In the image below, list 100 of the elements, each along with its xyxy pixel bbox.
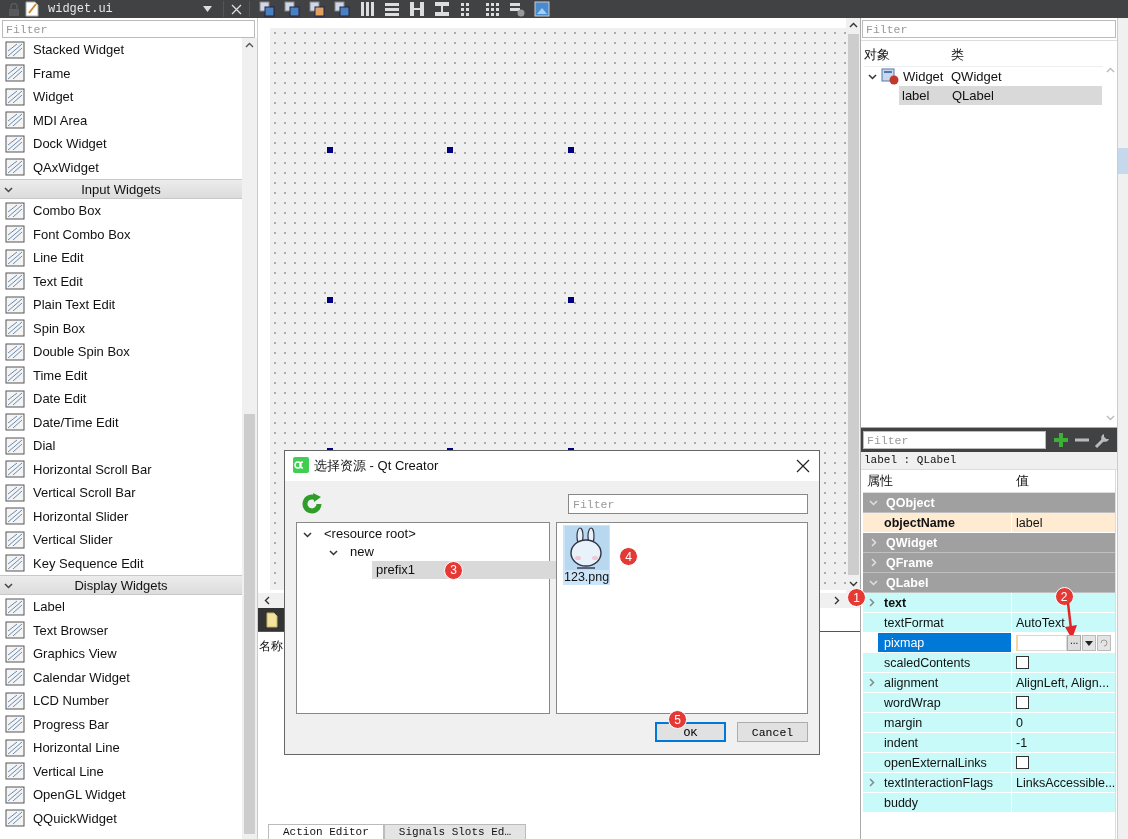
filter-field[interactable]: Filter <box>863 431 1046 449</box>
property-name[interactable]: objectName <box>878 513 1011 532</box>
widget-item[interactable]: Key Sequence Edit <box>33 555 144 571</box>
widget-item[interactable]: OpenGL Widget <box>33 787 126 803</box>
scrollbar[interactable] <box>242 38 257 839</box>
property-value[interactable]: AlignLeft, Align... <box>1016 675 1110 690</box>
tab[interactable]: Action Editor <box>268 824 384 839</box>
vertical-splitter-icon[interactable] <box>434 1 450 17</box>
widget-item[interactable]: Dock Widget <box>33 136 107 152</box>
scroll-down-icon[interactable] <box>848 581 858 587</box>
widget-item[interactable]: Vertical Slider <box>33 532 113 548</box>
widget-item[interactable]: Horizontal Slider <box>33 508 129 524</box>
filter-field[interactable]: Filter <box>568 494 808 514</box>
widget-item[interactable]: Horizontal Line <box>33 740 120 756</box>
tree-row[interactable]: label QLabel <box>899 86 1102 105</box>
columns-icon[interactable] <box>359 1 375 17</box>
scroll-right-icon[interactable] <box>834 596 840 605</box>
scroll-thumb[interactable] <box>244 414 255 834</box>
widget-item[interactable]: Combo Box <box>33 203 101 219</box>
resize-handle[interactable] <box>568 297 574 303</box>
editor-tab[interactable] <box>258 608 286 631</box>
property-name[interactable]: textInteractionFlags <box>878 773 1011 792</box>
rows-icon[interactable] <box>384 1 400 17</box>
property-name[interactable]: margin <box>878 713 1011 732</box>
filter-field[interactable]: Filter <box>2 20 255 38</box>
browse-button[interactable]: ... <box>1067 634 1082 651</box>
widget-item[interactable]: QQuickWidget <box>33 810 117 826</box>
add-icon[interactable] <box>1052 431 1070 449</box>
widget-item[interactable]: Text Browser <box>33 622 109 638</box>
property-value[interactable]: AutoText <box>1016 615 1065 630</box>
resize-handle[interactable] <box>327 147 333 153</box>
widget-item[interactable]: Vertical Scroll Bar <box>33 485 136 501</box>
dropdown-arrow-icon[interactable] <box>203 6 212 12</box>
splitter-icon[interactable] <box>409 1 425 17</box>
widget-item[interactable]: Label <box>33 599 65 615</box>
property-name[interactable]: alignment <box>878 673 1011 692</box>
checkbox[interactable] <box>1016 756 1029 769</box>
widget-item[interactable]: Stacked Widget <box>33 42 125 58</box>
pixmap-field[interactable] <box>1016 634 1067 651</box>
file-name[interactable]: widget.ui <box>48 2 198 16</box>
category-header[interactable]: Display Widgets <box>0 575 242 595</box>
tab[interactable]: Signals Slots Ed… <box>383 824 527 839</box>
widget-item[interactable]: Font Combo Box <box>33 226 131 242</box>
filter-field[interactable]: Filter <box>862 20 1116 38</box>
widget-item[interactable]: Date Edit <box>33 391 87 407</box>
widget-item[interactable]: Double Spin Box <box>33 344 130 360</box>
property-value[interactable]: LinksAccessible... <box>1016 775 1116 790</box>
widget-icon <box>5 644 25 663</box>
tree-item[interactable]: <resource root> <box>320 525 420 543</box>
property-value[interactable]: -1 <box>1016 735 1028 750</box>
property-value[interactable]: 0 <box>1016 715 1023 730</box>
widget-icon <box>5 158 25 177</box>
widget-item[interactable]: Calendar Widget <box>33 669 130 685</box>
widget-item[interactable]: Graphics View <box>33 646 117 662</box>
widget-icon <box>5 621 25 640</box>
widget-icon <box>5 248 25 267</box>
form-grid-icon[interactable] <box>484 1 500 17</box>
widget-item[interactable]: Widget <box>33 89 74 105</box>
scroll-up-icon[interactable] <box>245 42 254 48</box>
widget-item[interactable]: MDI Area <box>33 112 88 128</box>
property-value[interactable]: label <box>1016 515 1043 530</box>
scroll-up-icon[interactable] <box>848 22 858 28</box>
refresh-icon[interactable] <box>301 493 323 515</box>
property-name[interactable]: textFormat <box>878 613 1011 632</box>
widget-item[interactable]: Plain Text Edit <box>33 297 116 313</box>
wrench-icon[interactable] <box>1094 431 1112 449</box>
widget-item[interactable]: Horizontal Scroll Bar <box>33 461 152 477</box>
scroll-left-icon[interactable] <box>264 596 270 605</box>
widget-item[interactable]: Progress Bar <box>33 716 109 732</box>
object-name[interactable]: Widget <box>903 69 944 84</box>
widget-item[interactable]: QAxWidget <box>33 159 99 175</box>
widget-item[interactable]: Date/Time Edit <box>33 414 119 430</box>
widget-item[interactable]: Vertical Line <box>33 763 104 779</box>
tree-item[interactable]: new <box>346 543 378 561</box>
widget-item[interactable]: Line Edit <box>33 250 84 266</box>
widget-item[interactable]: Spin Box <box>33 320 86 336</box>
widgets-icon[interactable] <box>259 1 275 17</box>
widget-item[interactable]: Frame <box>33 65 71 81</box>
resize-handle[interactable] <box>327 297 333 303</box>
property-name[interactable]: pixmap <box>878 633 1011 652</box>
close-icon[interactable] <box>796 459 810 473</box>
scrollbar[interactable] <box>846 18 860 593</box>
widget-icon <box>5 554 25 573</box>
cancel-button[interactable]: Cancel <box>737 722 808 742</box>
break-layout-icon[interactable] <box>509 1 525 17</box>
checkbox[interactable] <box>1016 656 1029 669</box>
category-header[interactable]: Input Widgets <box>0 179 242 199</box>
widget-icon <box>5 530 25 549</box>
widget-item[interactable]: LCD Number <box>33 693 109 709</box>
widget-item[interactable]: Time Edit <box>33 367 88 383</box>
scroll-thumb[interactable] <box>847 34 859 575</box>
checkbox[interactable] <box>1016 696 1029 709</box>
widget-icon <box>5 389 25 408</box>
resize-handle[interactable] <box>568 147 574 153</box>
column-header: 属性 <box>866 472 894 490</box>
widget-item[interactable]: Text Edit <box>33 273 83 289</box>
resize-handle[interactable] <box>447 147 453 153</box>
callout-badge: 4 <box>619 547 638 566</box>
property-name[interactable]: indent <box>878 733 1011 752</box>
widget-item[interactable]: Dial <box>33 438 56 454</box>
